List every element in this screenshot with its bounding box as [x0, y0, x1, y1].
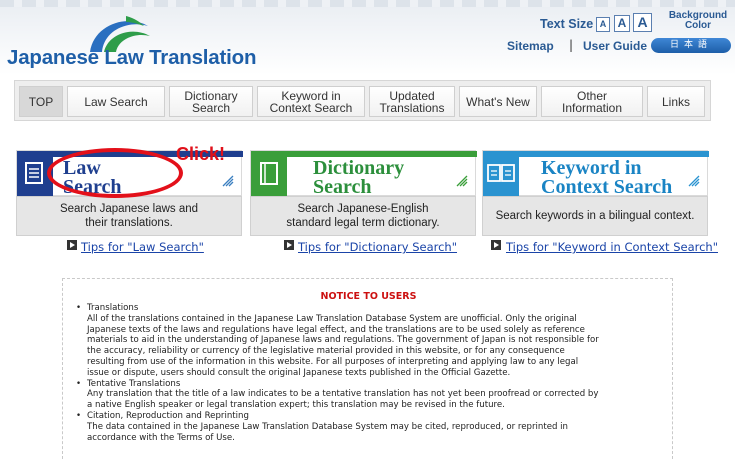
- notice-heading-translations: Translations: [76, 303, 670, 314]
- click-annotation: Click!: [176, 144, 226, 164]
- highlight-ellipse: [47, 148, 183, 198]
- tab-dictionary-search[interactable]: Dictionary Search: [169, 86, 253, 117]
- notice-line: issue or dispute, users should consult t…: [87, 367, 511, 378]
- main-nav: TOP Law Search Dictionary Search Keyword…: [14, 80, 711, 121]
- law-search-desc-line2: their translations.: [85, 217, 173, 229]
- dictionary-search-desc-line2: standard legal term dictionary.: [286, 217, 440, 229]
- notice-line: The data contained in the Japanese Law T…: [87, 421, 569, 432]
- sitemap-link[interactable]: Sitemap: [507, 39, 554, 53]
- dictionary-search-decoration-icon: [456, 175, 468, 187]
- tips-keyword-search-link[interactable]: Tips for "Keyword in Context Search": [506, 240, 718, 254]
- tips-law-search-text[interactable]: Tips for "Law Search": [81, 240, 204, 254]
- tip-arrow-icon: [284, 240, 294, 250]
- notice-line: Japanese texts of the laws and regulatio…: [87, 324, 585, 335]
- dictionary-search-iconbox: [251, 151, 287, 197]
- background-color-line2: Color: [684, 20, 712, 31]
- text-size-large-button[interactable]: A: [633, 13, 652, 32]
- notice-line: All of the translations contained in the…: [87, 313, 577, 324]
- notice-body: Translations All of the translations con…: [76, 303, 670, 443]
- tips-dictionary-search-text[interactable]: Tips for "Dictionary Search": [298, 240, 457, 254]
- text-size-medium-button[interactable]: A: [614, 15, 630, 32]
- notice-title: NOTICE TO USERS: [320, 291, 417, 302]
- tips-keyword-search-text[interactable]: Tips for "Keyword in Context Search": [506, 240, 718, 254]
- law-search-decoration-icon: [222, 175, 234, 187]
- notice-line: the accuracy, reliability or currency of…: [87, 346, 565, 357]
- notice-to-users: NOTICE TO USERS Translations All of the …: [62, 278, 673, 459]
- notice-heading-citation: Citation, Reproduction and Reprinting: [76, 411, 670, 422]
- law-search-description: Search Japanese laws and their translati…: [16, 196, 242, 236]
- tips-law-search-link[interactable]: Tips for "Law Search": [81, 240, 204, 254]
- keyword-search-decoration-icon: [688, 175, 700, 187]
- site-logo-text[interactable]: Japanese Law Translation: [7, 46, 256, 70]
- dictionary-search-description: Search Japanese-English standard legal t…: [250, 196, 476, 236]
- keyword-search-desc-line1: Search keywords in a bilingual context.: [495, 210, 695, 222]
- keyword-in-context-search-panel[interactable]: Keyword in Context Search Search keyword…: [482, 150, 709, 236]
- tip-arrow-icon: [491, 240, 501, 250]
- keyword-search-description: Search keywords in a bilingual context.: [482, 196, 708, 236]
- japanese-language-button[interactable]: 日本語: [651, 38, 731, 53]
- law-search-desc-line1: Search Japanese laws and: [59, 203, 199, 215]
- header-stripe: [0, 0, 735, 7]
- background-color-link[interactable]: Background Color: [663, 11, 733, 31]
- dictionary-search-panel[interactable]: Dictionary Search Search Japanese-Englis…: [250, 150, 477, 236]
- user-guide-link[interactable]: User Guide: [583, 39, 647, 53]
- tips-dictionary-search-link[interactable]: Tips for "Dictionary Search": [298, 240, 457, 254]
- tab-whats-new[interactable]: What's New: [459, 86, 537, 117]
- dictionary-search-desc-line1: Search Japanese-English: [297, 203, 429, 215]
- book-icon: [260, 162, 278, 185]
- notice-line: a native English speaker or legal transl…: [87, 400, 505, 411]
- keyword-search-banner[interactable]: Keyword in Context Search: [482, 150, 709, 198]
- tab-links[interactable]: Links: [647, 86, 705, 117]
- dictionary-search-banner[interactable]: Dictionary Search: [250, 150, 477, 198]
- notice-line: accordance with the Terms of Use.: [87, 432, 235, 443]
- tab-updated-translations[interactable]: Updated Translations: [369, 86, 455, 117]
- bilingual-icon: [487, 164, 515, 182]
- site-header: Japanese Law Translation Text Size A A A…: [0, 0, 735, 75]
- dictionary-search-title[interactable]: Dictionary Search: [313, 158, 404, 198]
- tab-keyword-in-context-search[interactable]: Keyword in Context Search: [257, 86, 365, 117]
- keyword-search-title[interactable]: Keyword in Context Search: [541, 158, 673, 198]
- tab-law-search[interactable]: Law Search: [67, 86, 165, 117]
- notice-line: materials to aid in the understanding of…: [87, 335, 599, 346]
- keyword-search-iconbox: [483, 151, 519, 197]
- notice-heading-tentative-translations: Tentative Translations: [76, 379, 670, 390]
- dictionary-search-title-line2: Search: [313, 176, 372, 198]
- notice-line: resulting from use of the information in…: [87, 356, 579, 367]
- text-size-label: Text Size: [540, 17, 594, 31]
- tip-arrow-icon: [67, 240, 77, 250]
- tab-top[interactable]: TOP: [19, 86, 63, 117]
- header-separator: |: [569, 38, 574, 52]
- keyword-search-title-line2: Context Search: [541, 176, 673, 198]
- tab-other-information[interactable]: Other Information: [541, 86, 643, 117]
- notice-line: Any translation that the title of a law …: [87, 389, 599, 400]
- text-size-small-button[interactable]: A: [596, 17, 610, 32]
